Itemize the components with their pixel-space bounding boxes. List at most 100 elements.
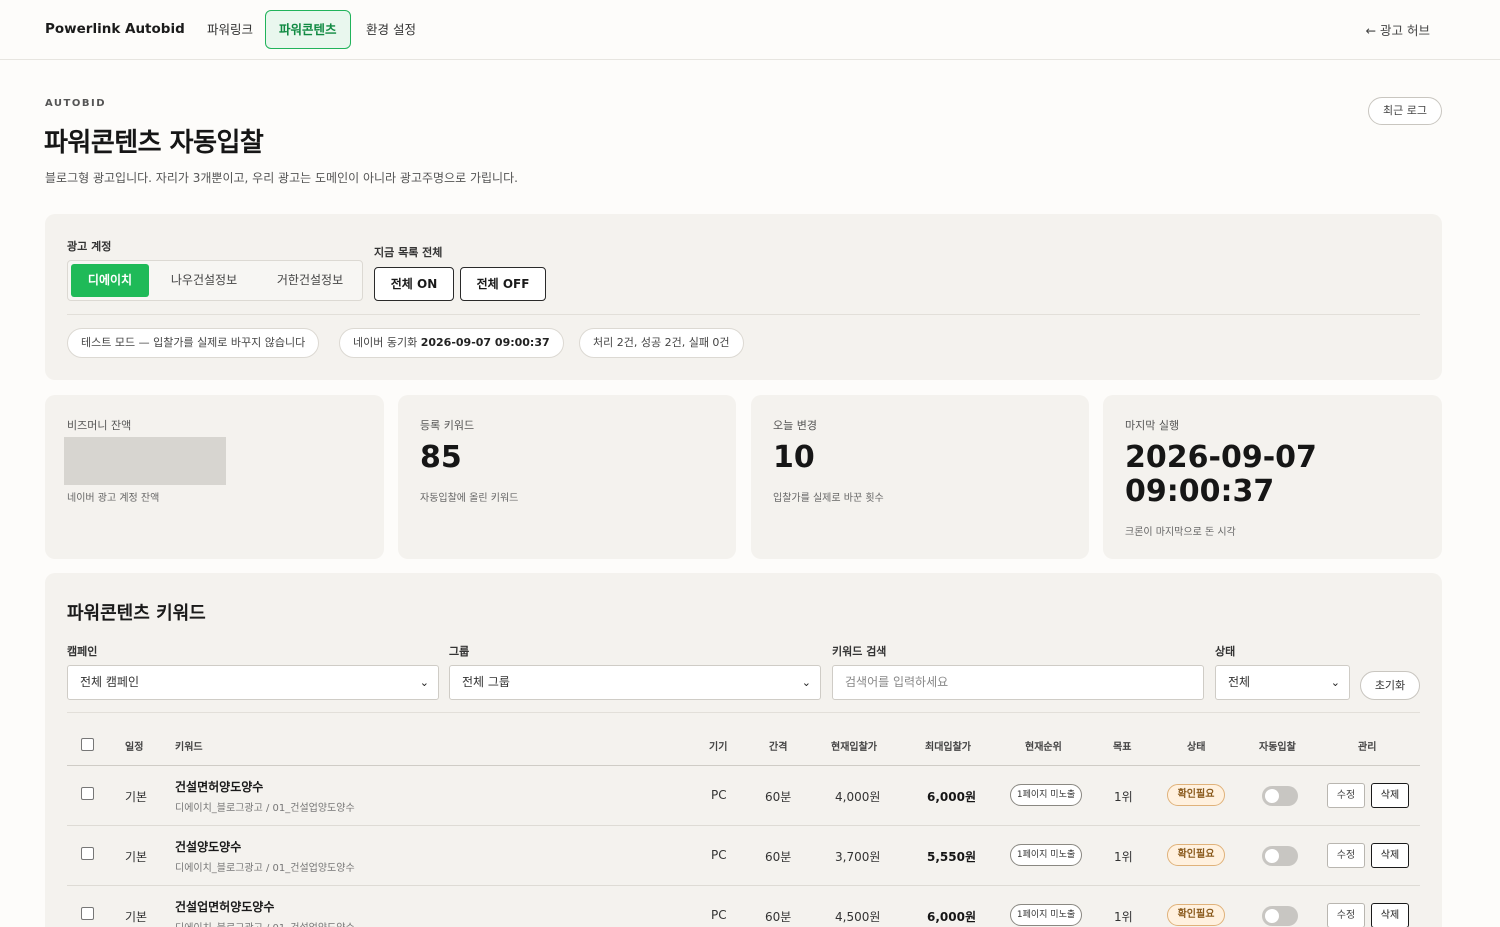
ad-hub-link[interactable]: ← 광고 허브: [1366, 20, 1430, 39]
stat-value: 85: [420, 440, 462, 475]
account-dh[interactable]: 디에이치: [71, 264, 149, 297]
row-current-bid: 4,000원: [835, 790, 881, 804]
col-current-bid: 현재입찰가: [831, 742, 877, 753]
page-eyebrow: AUTOBID: [45, 98, 107, 109]
row-divider: [67, 825, 1420, 826]
top-nav: Powerlink Autobid 파워링크 파워콘텐츠 환경 설정 ← 광고 …: [0, 0, 1500, 60]
control-panel: 광고 계정 디에이치 나우건설정보 거한건설정보 지금 목록 전체 전체 ON …: [45, 214, 1442, 380]
edit-button[interactable]: 수정: [1327, 843, 1365, 868]
col-interval: 간격: [769, 742, 788, 753]
redacted-balance: [64, 437, 226, 485]
delete-button[interactable]: 삭제: [1371, 903, 1409, 927]
account-now[interactable]: 나우건설정보: [156, 264, 252, 297]
rank-badge: 1페이지 미노출: [1010, 904, 1082, 926]
row-current-bid: 4,500원: [835, 910, 881, 924]
row-divider: [67, 885, 1420, 886]
col-status: 상태: [1187, 742, 1206, 753]
stat-time: 09:00:37: [1125, 474, 1275, 509]
row-schedule: 기본: [125, 910, 148, 924]
stat-last-run: 마지막 실행 2026-09-07 09:00:37 크론이 마지막으로 돈 시…: [1103, 395, 1442, 559]
all-on-button[interactable]: 전체 ON: [374, 267, 454, 301]
select-all-checkbox[interactable]: [81, 738, 94, 751]
account-geohan[interactable]: 거한건설정보: [260, 264, 360, 297]
group-label: 그룹: [449, 645, 470, 658]
col-rank: 현재순위: [1025, 742, 1062, 753]
stat-label: 등록 키워드: [420, 419, 475, 432]
page-title: 파워콘텐츠 자동입찰: [44, 128, 264, 158]
row-checkbox[interactable]: [81, 847, 94, 860]
keywords-title: 파워콘텐츠 키워드: [67, 603, 206, 624]
status-select[interactable]: 전체 ⌄: [1215, 665, 1350, 700]
delete-button[interactable]: 삭제: [1371, 783, 1409, 808]
stat-date: 2026-09-07: [1125, 440, 1317, 475]
toggle-knob: [1265, 909, 1279, 923]
row-keyword: 건설양도양수: [175, 840, 242, 854]
reset-button[interactable]: 초기화: [1360, 671, 1420, 700]
stat-label: 오늘 변경: [773, 419, 817, 432]
row-target: 1위: [1114, 790, 1133, 804]
autobid-toggle[interactable]: [1262, 786, 1298, 806]
stat-label: 비즈머니 잔액: [67, 419, 132, 432]
recent-log-button[interactable]: 최근 로그: [1368, 97, 1442, 125]
col-device: 기기: [709, 742, 728, 753]
row-device: PC: [711, 788, 727, 802]
bulk-label: 지금 목록 전체: [374, 246, 443, 259]
page-description: 블로그형 광고입니다. 자리가 3개뿐이고, 우리 광고는 도메인이 아니라 광…: [45, 171, 518, 185]
group-select[interactable]: 전체 그룹 ⌄: [449, 665, 821, 700]
row-schedule: 기본: [125, 790, 148, 804]
stat-keywords: 등록 키워드 85 자동입찰에 올린 키워드: [398, 395, 736, 559]
all-off-button[interactable]: 전체 OFF: [460, 267, 546, 301]
toggle-knob: [1265, 849, 1279, 863]
row-target: 1위: [1114, 910, 1133, 924]
tab-settings[interactable]: 환경 설정: [352, 10, 430, 49]
row-checkbox[interactable]: [81, 787, 94, 800]
tab-powerlink[interactable]: 파워링크: [193, 10, 267, 49]
campaign-label: 캠페인: [67, 645, 98, 658]
col-autobid: 자동입찰: [1259, 742, 1296, 753]
row-checkbox[interactable]: [81, 907, 94, 920]
search-label: 키워드 검색: [832, 645, 887, 658]
row-keyword: 건설업면허양도양수: [175, 900, 275, 914]
autobid-toggle[interactable]: [1262, 906, 1298, 926]
brand-logo[interactable]: Powerlink Autobid: [45, 21, 185, 37]
stat-balance: 비즈머니 잔액 네이버 광고 계정 잔액: [45, 395, 384, 559]
delete-button[interactable]: 삭제: [1371, 843, 1409, 868]
sync-time: 2026-09-07 09:00:37: [420, 336, 550, 349]
stat-sub: 자동입찰에 올린 키워드: [420, 493, 519, 504]
rank-badge: 1페이지 미노출: [1010, 844, 1082, 866]
row-path: 디에이치_블로그광고 / 01_건설업양도양수: [175, 803, 355, 814]
col-schedule: 일정: [125, 742, 144, 753]
stat-sub: 입찰가를 실제로 바꾼 횟수: [773, 493, 884, 504]
tab-powercontents[interactable]: 파워콘텐츠: [265, 10, 351, 49]
row-target: 1위: [1114, 850, 1133, 864]
status-badge: 확인필요: [1167, 844, 1225, 866]
edit-button[interactable]: 수정: [1327, 783, 1365, 808]
divider: [67, 314, 1420, 315]
group-value: 전체 그룹: [462, 675, 510, 689]
chevron-down-icon: ⌄: [1330, 676, 1340, 689]
row-interval: 60분: [765, 790, 792, 804]
autobid-toggle[interactable]: [1262, 846, 1298, 866]
account-selector: 디에이치 나우건설정보 거한건설정보: [67, 260, 363, 301]
header-line: [67, 765, 1420, 766]
row-keyword: 건설면허양도양수: [175, 780, 264, 794]
col-target: 목표: [1113, 742, 1132, 753]
chevron-down-icon: ⌄: [801, 676, 811, 689]
col-keyword: 키워드: [175, 742, 203, 753]
sync-chip: 네이버 동기화 2026-09-07 09:00:37: [339, 328, 564, 358]
search-input[interactable]: 검색어를 입력하세요: [832, 665, 1204, 700]
stat-sub: 네이버 광고 계정 잔액: [67, 493, 160, 504]
account-label: 광고 계정: [67, 240, 112, 253]
row-schedule: 기본: [125, 850, 148, 864]
campaign-select[interactable]: 전체 캠페인 ⌄: [67, 665, 439, 700]
sync-label: 네이버 동기화: [353, 336, 418, 349]
row-current-bid: 3,700원: [835, 850, 881, 864]
chevron-down-icon: ⌄: [419, 676, 429, 689]
stat-label: 마지막 실행: [1125, 419, 1180, 432]
row-device: PC: [711, 908, 727, 922]
keywords-panel: 파워콘텐츠 키워드 캠페인 전체 캠페인 ⌄ 그룹 전체 그룹 ⌄ 키워드 검색…: [45, 573, 1442, 927]
row-interval: 60분: [765, 850, 792, 864]
row-max-bid: 5,550원: [927, 850, 976, 864]
edit-button[interactable]: 수정: [1327, 903, 1365, 927]
test-mode-chip: 테스트 모드 — 입찰가를 실제로 바꾸지 않습니다: [67, 328, 320, 358]
